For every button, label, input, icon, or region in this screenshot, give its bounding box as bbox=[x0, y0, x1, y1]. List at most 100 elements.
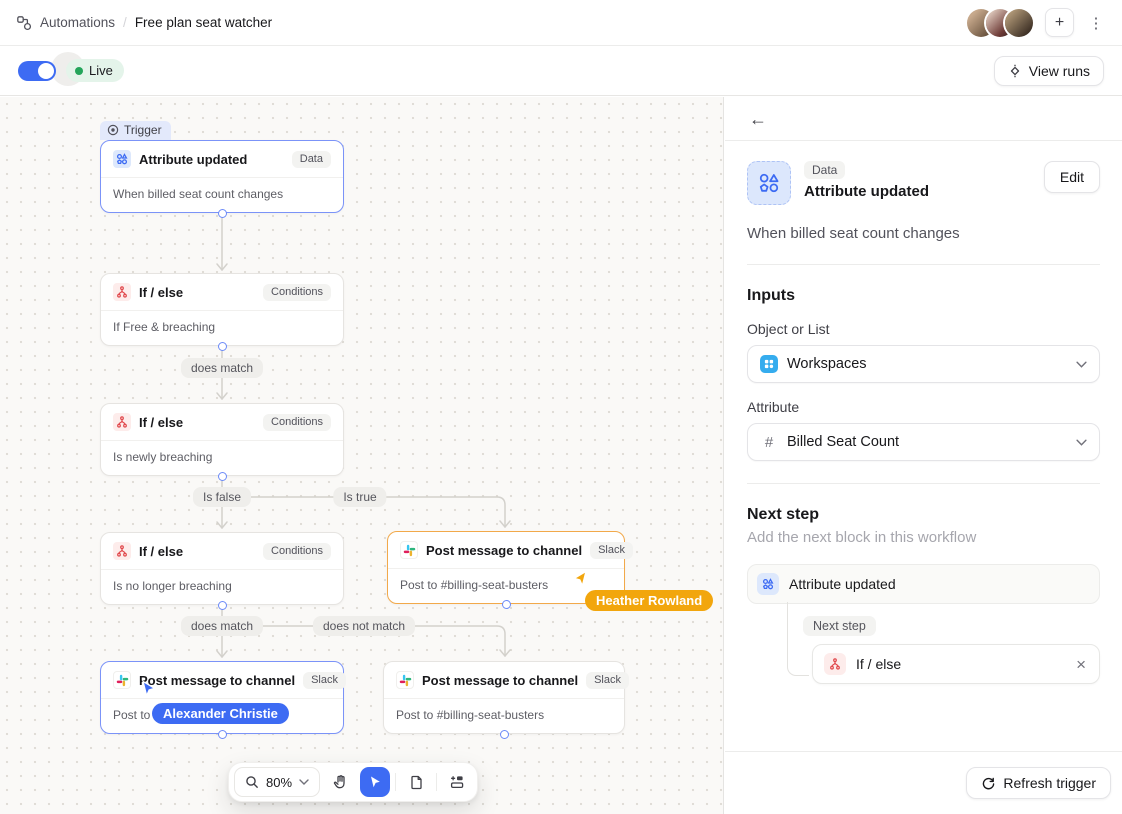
toggle-knob bbox=[38, 63, 54, 79]
next-step-parent-block[interactable]: Attribute updated bbox=[747, 564, 1100, 604]
cursor-icon-blue bbox=[140, 680, 157, 697]
connector-dot[interactable] bbox=[218, 730, 227, 739]
object-list-value: Workspaces bbox=[787, 356, 1067, 372]
status-badge: Live bbox=[66, 59, 124, 82]
live-toggle[interactable] bbox=[18, 61, 56, 81]
slack-icon bbox=[113, 671, 131, 689]
workspaces-icon bbox=[760, 355, 778, 373]
more-options-button[interactable]: ⋮ bbox=[1086, 8, 1106, 37]
breadcrumb: Automations / Free plan seat watcher bbox=[16, 15, 272, 31]
node-header: If / else Conditions bbox=[101, 533, 343, 570]
detail-panel: ← Data Attribute updated Edit bbox=[725, 97, 1122, 814]
attribute-value: Billed Seat Count bbox=[787, 434, 1067, 450]
node-title: If / else bbox=[139, 415, 255, 430]
attribute-select[interactable]: # Billed Seat Count bbox=[747, 423, 1100, 461]
collaborator-label-orange: Heather Rowland bbox=[585, 590, 713, 611]
node-description: If Free & breaching bbox=[101, 311, 343, 345]
child-block-title: If / else bbox=[856, 656, 1064, 672]
node-header: If / else Conditions bbox=[101, 404, 343, 441]
automations-icon bbox=[16, 15, 32, 31]
runs-icon bbox=[1008, 64, 1022, 78]
node-title: Attribute updated bbox=[139, 152, 284, 167]
zoom-control[interactable]: 80% bbox=[234, 767, 320, 797]
collaborator-label-blue: Alexander Christie bbox=[152, 703, 289, 724]
pointer-icon bbox=[368, 775, 382, 789]
connector-dot[interactable] bbox=[218, 209, 227, 218]
node-title: Post message to channel bbox=[426, 543, 582, 558]
edge-label-is-false: Is false bbox=[193, 487, 251, 507]
connector-dot[interactable] bbox=[218, 601, 227, 610]
node-header: Post message to channel Slack bbox=[101, 662, 343, 699]
block-type-badge: Data bbox=[804, 161, 845, 179]
node-title: If / else bbox=[139, 285, 255, 300]
select-tool-button[interactable] bbox=[360, 767, 390, 797]
node-trigger-attribute-updated[interactable]: Attribute updated Data When billed seat … bbox=[100, 140, 344, 213]
breadcrumb-section[interactable]: Automations bbox=[40, 15, 115, 30]
edge-label-does-match: does match bbox=[181, 358, 263, 378]
node-title: If / else bbox=[139, 544, 255, 559]
node-badge: Slack bbox=[590, 542, 633, 559]
close-icon[interactable]: × bbox=[1074, 656, 1088, 673]
node-badge: Data bbox=[292, 151, 331, 168]
next-step-badge: Next step bbox=[803, 616, 876, 636]
workflow-canvas[interactable]: Trigger Attribute updated Data When bill… bbox=[0, 97, 724, 814]
branch-icon bbox=[113, 283, 131, 301]
node-ifelse-no-longer-breaching[interactable]: If / else Conditions Is no longer breach… bbox=[100, 532, 344, 605]
divider bbox=[747, 264, 1100, 265]
connector-dot[interactable] bbox=[218, 472, 227, 481]
top-bar: Automations / Free plan seat watcher + ⋮ bbox=[0, 0, 1122, 46]
edge-label-does-not-match: does not match bbox=[313, 616, 415, 636]
add-collaborator-button[interactable]: + bbox=[1045, 8, 1074, 37]
node-title: Post message to channel bbox=[139, 673, 295, 688]
chevron-down-icon bbox=[299, 779, 309, 785]
inputs-heading: Inputs bbox=[747, 287, 1100, 305]
live-label: Live bbox=[89, 63, 113, 78]
slack-icon bbox=[396, 671, 414, 689]
avatar[interactable] bbox=[1005, 9, 1033, 37]
block-title: Attribute updated bbox=[804, 183, 1044, 200]
object-list-select[interactable]: Workspaces bbox=[747, 345, 1100, 383]
view-runs-button[interactable]: View runs bbox=[994, 56, 1104, 86]
insert-block-icon bbox=[449, 774, 465, 790]
panel-header-bar: ← bbox=[725, 97, 1122, 141]
attribute-icon bbox=[757, 573, 779, 595]
canvas-toolbar: 80% bbox=[228, 762, 478, 802]
object-list-label: Object or List bbox=[747, 321, 1100, 337]
node-header: If / else Conditions bbox=[101, 274, 343, 311]
trigger-tab: Trigger bbox=[100, 121, 171, 140]
connector-dot[interactable] bbox=[502, 600, 511, 609]
notes-tool-button[interactable] bbox=[401, 767, 431, 797]
cursor-icon-orange bbox=[572, 570, 589, 587]
hand-icon bbox=[332, 774, 348, 790]
next-step-tree: Next step If / else × bbox=[787, 604, 1100, 684]
top-bar-actions: + ⋮ bbox=[967, 8, 1106, 37]
insert-block-button[interactable] bbox=[442, 767, 472, 797]
back-icon[interactable]: ← bbox=[749, 110, 767, 128]
toolbar-divider bbox=[436, 773, 437, 791]
block-summary-text: Data Attribute updated bbox=[804, 161, 1044, 200]
node-badge: Conditions bbox=[263, 284, 331, 301]
divider bbox=[747, 483, 1100, 484]
chevron-down-icon bbox=[1076, 439, 1087, 446]
node-badge: Conditions bbox=[263, 414, 331, 431]
refresh-trigger-button[interactable]: Refresh trigger bbox=[966, 767, 1111, 799]
attribute-icon bbox=[113, 150, 131, 168]
edit-button[interactable]: Edit bbox=[1044, 161, 1100, 193]
connector-dot[interactable] bbox=[500, 730, 509, 739]
next-step-child-block[interactable]: If / else × bbox=[812, 644, 1100, 684]
node-header: Post message to channel Slack bbox=[384, 662, 624, 699]
node-slack-post-right[interactable]: Post message to channel Slack Post to #b… bbox=[383, 661, 625, 734]
connector-dot[interactable] bbox=[218, 342, 227, 351]
parent-block-title: Attribute updated bbox=[789, 576, 1090, 592]
node-ifelse-newly-breaching[interactable]: If / else Conditions Is newly breaching bbox=[100, 403, 344, 476]
number-attribute-icon: # bbox=[760, 434, 778, 451]
slack-icon bbox=[400, 541, 418, 559]
target-icon bbox=[107, 124, 119, 136]
node-ifelse-free-breaching[interactable]: If / else Conditions If Free & breaching bbox=[100, 273, 344, 346]
toolbar-divider bbox=[395, 773, 396, 791]
status-bar: Live View runs bbox=[0, 46, 1122, 96]
magnifier-icon bbox=[245, 775, 259, 789]
breadcrumb-title[interactable]: Free plan seat watcher bbox=[135, 15, 272, 30]
live-controls: Live bbox=[18, 59, 124, 82]
pan-tool-button[interactable] bbox=[325, 767, 355, 797]
